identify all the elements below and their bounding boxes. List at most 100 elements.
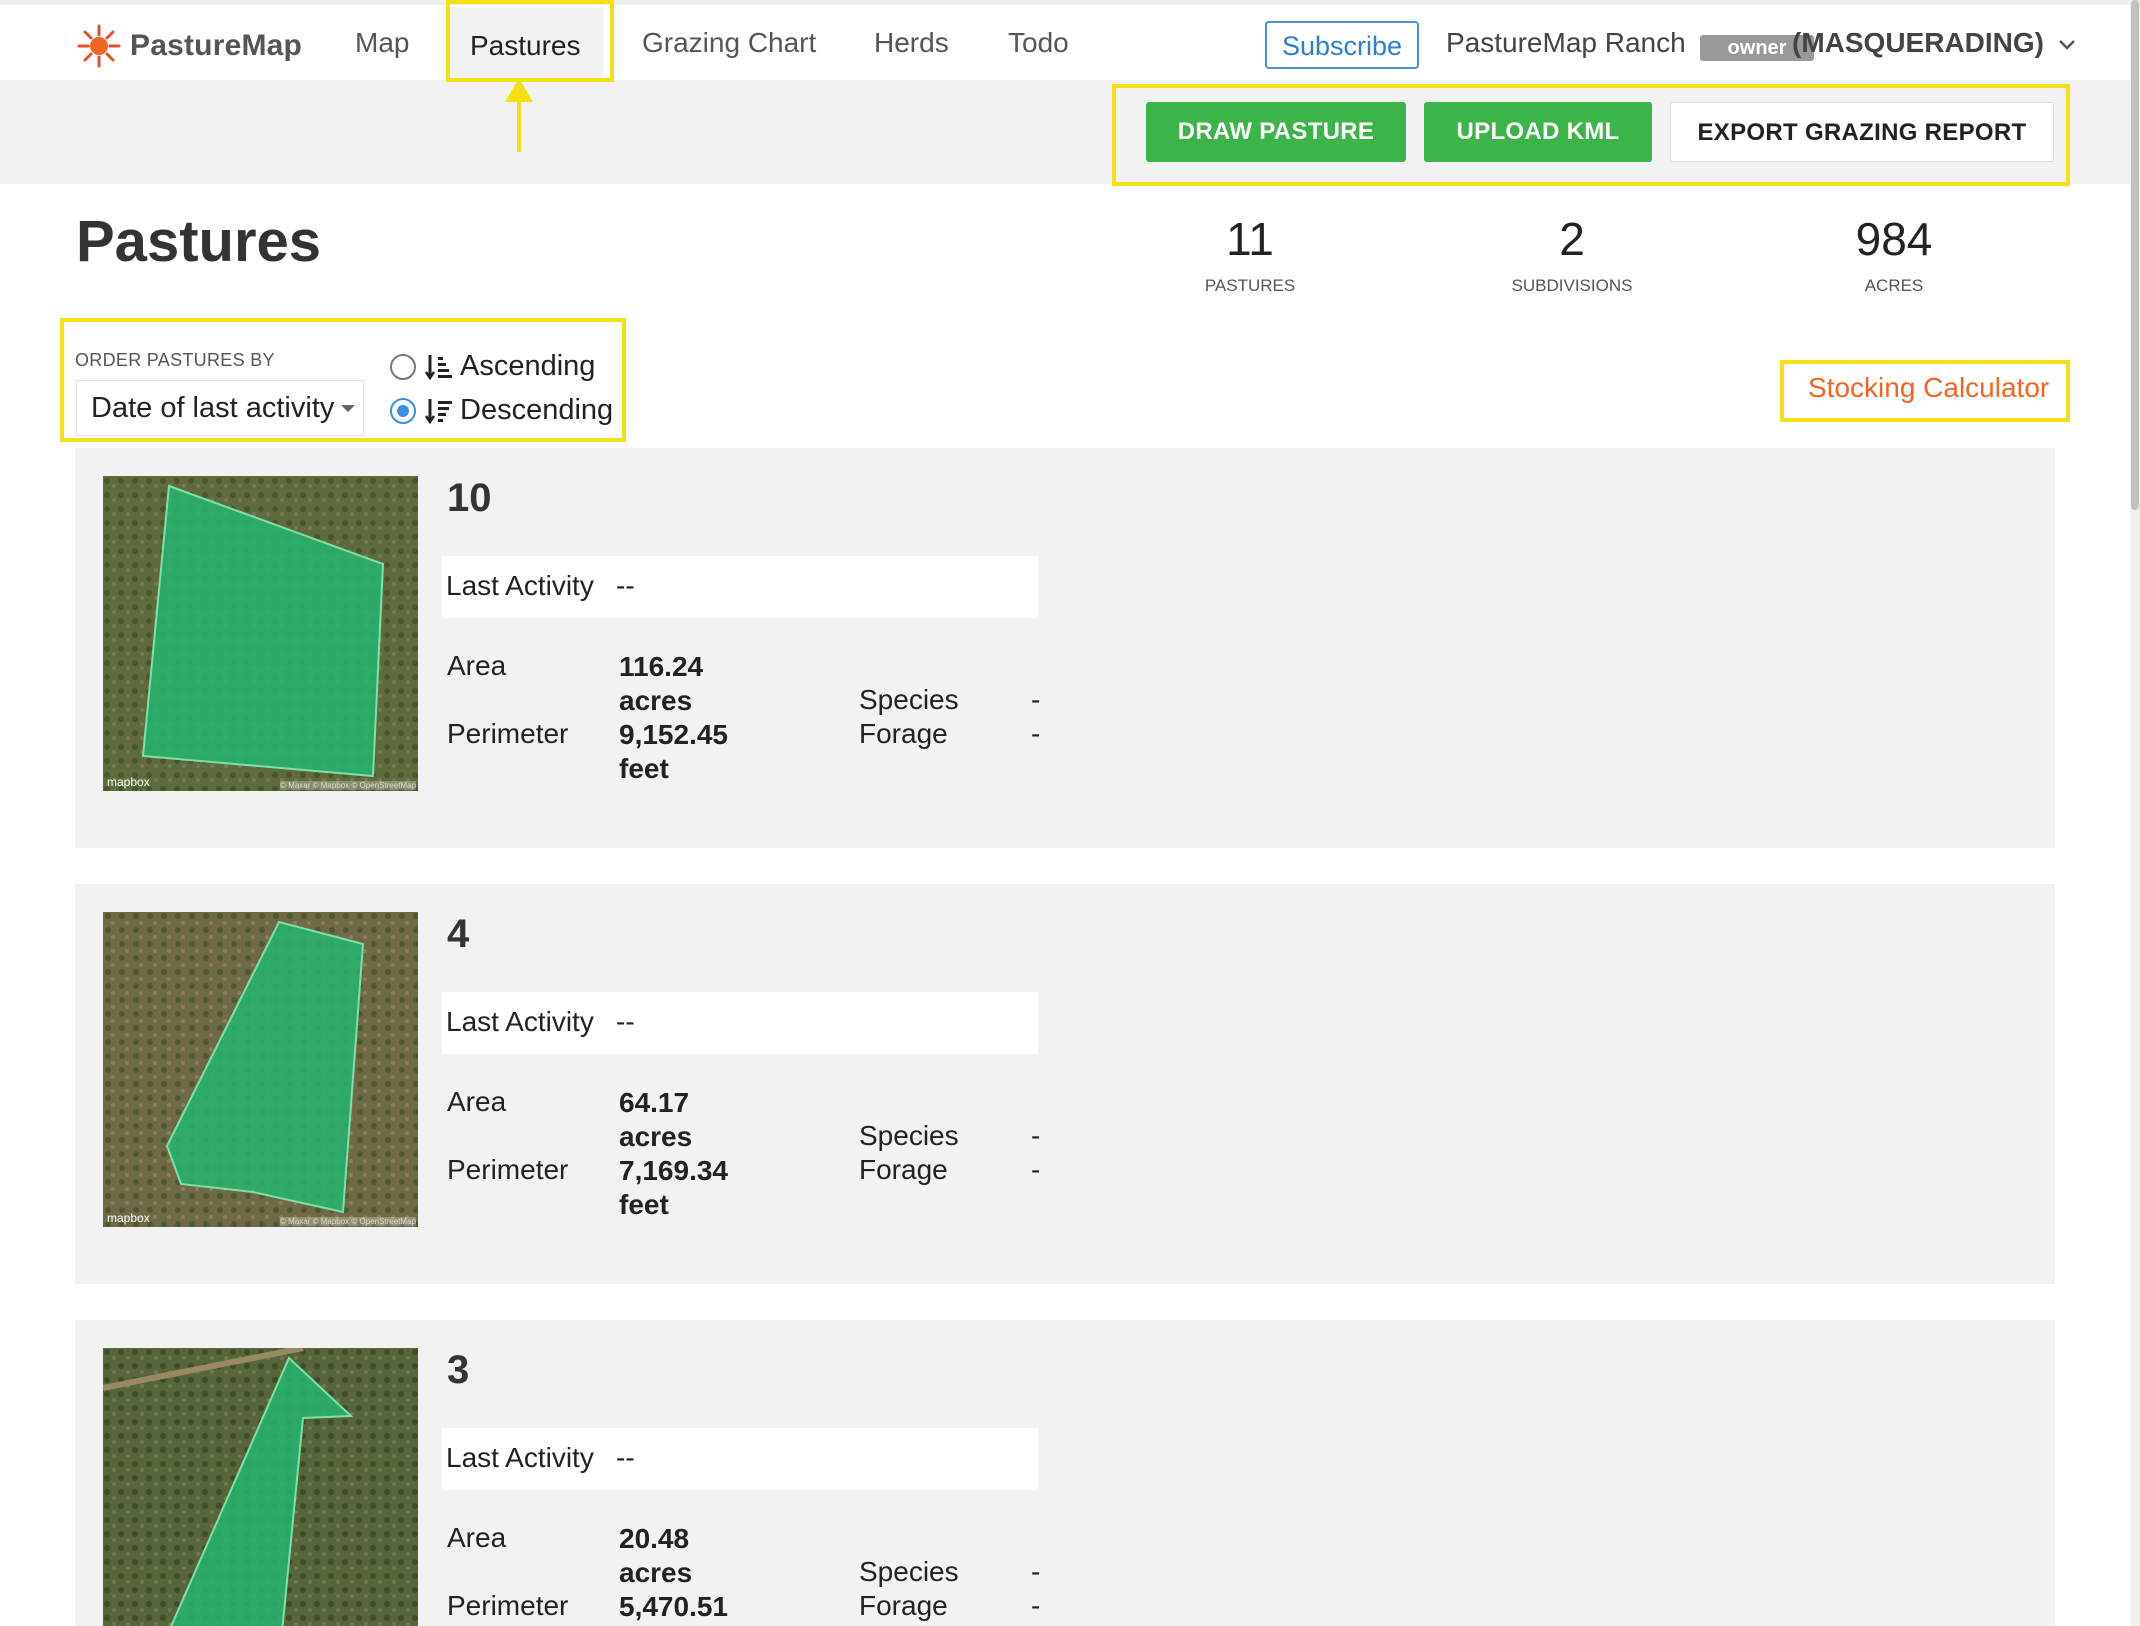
perimeter-value: 5,470.51 xyxy=(619,1590,779,1624)
stocking-calculator-link[interactable]: Stocking Calculator xyxy=(1808,372,2049,404)
species-label: Species xyxy=(859,684,959,715)
species-label: Species xyxy=(859,1120,959,1151)
forage-value: - xyxy=(1031,1154,1041,1185)
descending-label: Descending xyxy=(460,394,614,426)
perimeter-number: 9,152.45 xyxy=(619,719,728,750)
export-grazing-report-button[interactable]: EXPORT GRAZING REPORT xyxy=(1670,102,2054,162)
species-value: - xyxy=(1031,684,1041,715)
ascending-radio[interactable] xyxy=(390,353,416,380)
area-number: 20.48 xyxy=(619,1523,690,1554)
draw-pasture-button[interactable]: DRAW PASTURE xyxy=(1146,102,1406,162)
stat-acres: 984 ACRES xyxy=(1764,212,2024,296)
highlight-arrow-stem xyxy=(517,90,521,152)
last-activity-row: Last Activity -- xyxy=(442,1428,1038,1490)
area-unit: acres xyxy=(619,1121,693,1152)
sort-descending-icon xyxy=(424,398,452,424)
brand-name: PastureMap xyxy=(130,29,303,62)
perimeter-unit: feet xyxy=(619,753,669,784)
subscribe-button[interactable]: Subscribe xyxy=(1265,21,1419,69)
order-by-label: ORDER PASTURES BY xyxy=(75,350,275,370)
area-number: 64.17 xyxy=(619,1087,690,1118)
pasture-name[interactable]: 4 xyxy=(447,912,469,957)
area-unit: acres xyxy=(619,1557,693,1588)
stat-acres-value: 984 xyxy=(1855,213,1933,265)
species-label: Species xyxy=(859,1556,959,1587)
nav-todo[interactable]: Todo xyxy=(1008,27,1069,59)
perimeter-label: Perimeter xyxy=(447,1154,569,1185)
stat-acres-label: ACRES xyxy=(1864,276,1924,295)
last-activity-row: Last Activity -- xyxy=(442,556,1038,618)
area-value: 20.48 acres xyxy=(619,1522,779,1590)
last-activity-row: Last Activity -- xyxy=(442,992,1038,1054)
last-activity-label: Last Activity xyxy=(446,570,594,601)
order-by-selected-value: Date of last activity xyxy=(91,392,335,424)
perimeter-label: Perimeter xyxy=(447,718,569,749)
mapbox-logo: mapbox xyxy=(107,775,150,789)
sort-ascending-option[interactable]: Ascending xyxy=(390,350,595,383)
map-attribution: © Maxar © Mapbox © OpenStreetMap xyxy=(280,1217,416,1226)
forage-value: - xyxy=(1031,1590,1041,1621)
forage-label: Forage xyxy=(859,1590,948,1621)
page-scrollbar[interactable] xyxy=(2130,0,2140,1626)
ranch-name[interactable]: PastureMap Ranch xyxy=(1446,27,1686,59)
masquerade-dropdown[interactable]: (MASQUERADING) xyxy=(1792,27,2076,59)
area-label: Area xyxy=(447,1522,507,1553)
last-activity-value: -- xyxy=(616,1006,635,1037)
perimeter-value: 7,169.34 feet xyxy=(619,1154,779,1222)
stat-subdivisions: 2 SUBDIVISIONS xyxy=(1442,212,1702,296)
action-bar: DRAW PASTURE UPLOAD KML EXPORT GRAZING R… xyxy=(0,80,2130,184)
area-label: Area xyxy=(447,650,507,681)
pasture-card[interactable]: mapbox © Maxar © Mapbox © OpenStreetMap … xyxy=(75,884,2055,1284)
area-unit: acres xyxy=(619,685,693,716)
chevron-down-icon xyxy=(2058,39,2075,50)
species-value: - xyxy=(1031,1556,1041,1587)
brand-logo[interactable]: PastureMap xyxy=(76,21,302,71)
forage-label: Forage xyxy=(859,1154,948,1185)
stat-pastures: 11 PASTURES xyxy=(1120,212,1380,296)
nav-herds[interactable]: Herds xyxy=(874,27,949,59)
stat-pastures-value: 11 xyxy=(1226,213,1274,265)
nav-grazing-chart[interactable]: Grazing Chart xyxy=(642,27,816,59)
stat-pastures-label: PASTURES xyxy=(1204,276,1296,295)
pasture-card[interactable]: 3 Last Activity -- Area 20.48 acres Peri… xyxy=(75,1320,2055,1626)
stat-subdivisions-value: 2 xyxy=(1559,213,1585,265)
nav-pastures[interactable]: Pastures xyxy=(448,7,603,85)
last-activity-value: -- xyxy=(616,1442,635,1473)
perimeter-number: 7,169.34 xyxy=(619,1155,728,1186)
area-value: 116.24 acres xyxy=(619,650,779,718)
perimeter-unit: feet xyxy=(619,1189,669,1220)
pasturemap-logo-icon xyxy=(77,24,121,68)
last-activity-value: -- xyxy=(616,570,635,601)
mapbox-logo: mapbox xyxy=(107,1211,150,1225)
species-value: - xyxy=(1031,1120,1041,1151)
caret-down-icon xyxy=(341,405,355,412)
pasture-map-thumbnail[interactable]: mapbox © Maxar © Mapbox © OpenStreetMap xyxy=(103,912,418,1227)
perimeter-number: 5,470.51 xyxy=(619,1591,728,1622)
pasture-name[interactable]: 3 xyxy=(447,1348,469,1393)
scrollbar-thumb[interactable] xyxy=(2131,0,2139,510)
area-label: Area xyxy=(447,1086,507,1117)
pasture-card[interactable]: mapbox © Maxar © Mapbox © OpenStreetMap … xyxy=(75,448,2055,848)
upload-kml-button[interactable]: UPLOAD KML xyxy=(1424,102,1652,162)
map-attribution: © Maxar © Mapbox © OpenStreetMap xyxy=(280,781,416,790)
order-by-select[interactable]: Date of last activity xyxy=(76,380,364,436)
nav-map[interactable]: Map xyxy=(355,27,409,59)
area-value: 64.17 acres xyxy=(619,1086,779,1154)
sort-ascending-icon xyxy=(424,354,452,380)
descending-radio[interactable] xyxy=(390,397,416,424)
ascending-label: Ascending xyxy=(460,350,596,382)
last-activity-label: Last Activity xyxy=(446,1442,594,1473)
page-title: Pastures xyxy=(76,209,322,274)
perimeter-value: 9,152.45 feet xyxy=(619,718,779,786)
last-activity-label: Last Activity xyxy=(446,1006,594,1037)
pasture-name[interactable]: 10 xyxy=(447,476,492,521)
sort-descending-option[interactable]: Descending xyxy=(390,394,613,427)
perimeter-label: Perimeter xyxy=(447,1590,569,1621)
stat-subdivisions-label: SUBDIVISIONS xyxy=(1511,276,1633,295)
forage-label: Forage xyxy=(859,718,948,749)
pasture-map-thumbnail[interactable] xyxy=(103,1348,418,1626)
masquerade-label: (MASQUERADING) xyxy=(1792,27,2044,58)
pasture-map-thumbnail[interactable]: mapbox © Maxar © Mapbox © OpenStreetMap xyxy=(103,476,418,791)
top-navigation: PastureMap Map Pastures Grazing Chart He… xyxy=(0,0,2130,85)
area-number: 116.24 xyxy=(619,651,704,682)
